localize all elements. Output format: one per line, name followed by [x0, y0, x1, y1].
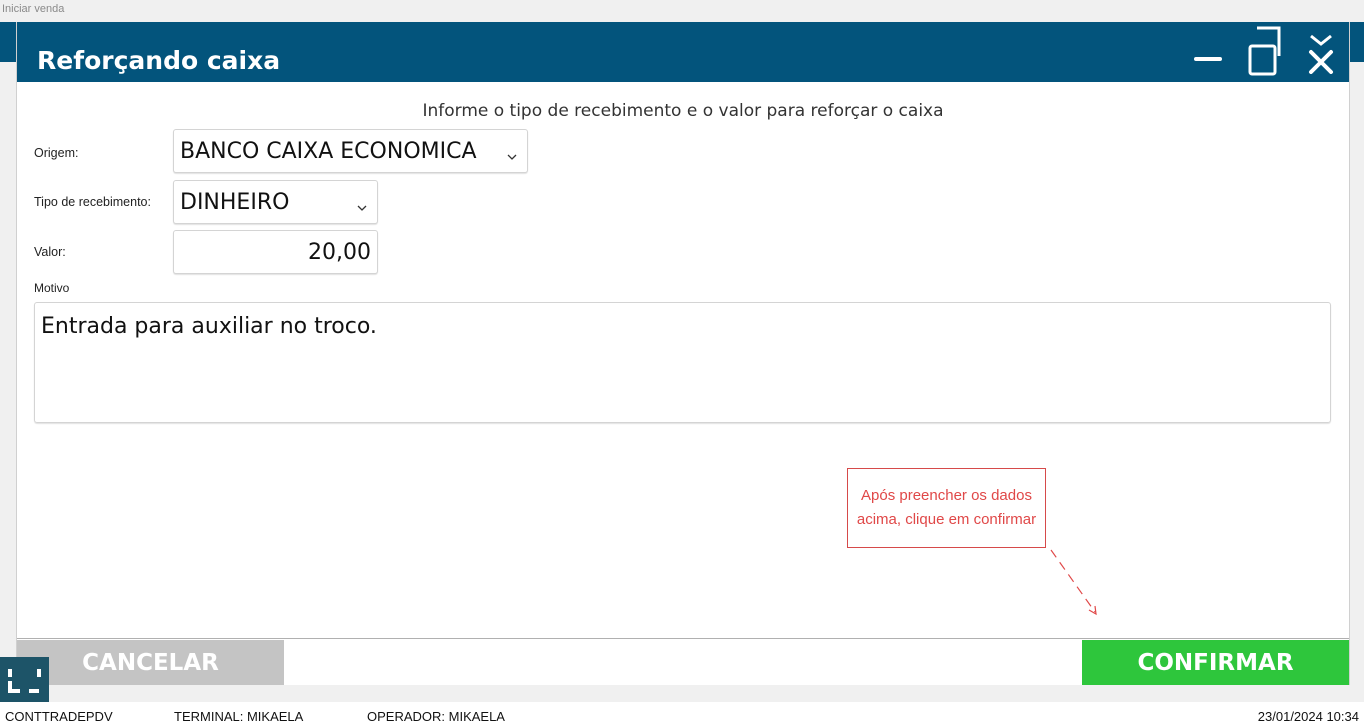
chevron-down-icon: [507, 146, 517, 165]
tipo-recebimento-value: DINHEIRO: [180, 190, 290, 215]
tipo-recebimento-label: Tipo de recebimento:: [34, 195, 151, 209]
footer-divider: [17, 638, 1349, 639]
valor-value: 20,00: [308, 240, 371, 265]
confirm-button[interactable]: CONFIRMAR: [1082, 640, 1349, 685]
status-terminal: TERMINAL: MIKAELA: [174, 709, 304, 724]
origem-value: BANCO CAIXA ECONOMICA: [180, 139, 477, 164]
valor-label: Valor:: [34, 245, 66, 259]
help-annotation: Após preencher os dados acima, clique em…: [847, 468, 1046, 548]
dialog-title-bar: Reforçando caixa: [17, 22, 1349, 82]
status-bar: CONTTRADEPDV TERMINAL: MIKAELA OPERADOR:…: [0, 702, 1364, 724]
close-icon[interactable]: [1307, 32, 1339, 74]
restore-icon[interactable]: [1245, 26, 1285, 76]
motivo-value: Entrada para auxiliar no troco.: [41, 314, 377, 339]
motivo-textarea[interactable]: Entrada para auxiliar no troco.: [34, 302, 1331, 423]
origem-label: Origem:: [34, 146, 79, 160]
tipo-recebimento-select[interactable]: DINHEIRO: [173, 180, 378, 224]
cancel-button[interactable]: CANCELAR: [17, 640, 284, 685]
help-annotation-text: Após preencher os dados acima, clique em…: [856, 487, 1037, 528]
chevron-down-icon: [357, 197, 367, 216]
status-app-name: CONTTRADEPDV: [5, 709, 113, 724]
origem-select[interactable]: BANCO CAIXA ECONOMICA: [173, 129, 528, 173]
status-datetime: 23/01/2024 10:34: [1257, 709, 1359, 724]
dialog-title: Reforçando caixa: [37, 46, 281, 75]
fullscreen-icon[interactable]: [0, 657, 49, 702]
status-operator: OPERADOR: MIKAELA: [367, 709, 505, 724]
reforco-caixa-dialog: Reforçando caixa Informe o tipo de receb…: [16, 22, 1350, 685]
background-window-title: Iniciar venda: [2, 3, 65, 15]
valor-input[interactable]: 20,00: [173, 230, 378, 274]
motivo-label: Motivo: [34, 281, 70, 295]
dialog-instruction: Informe o tipo de recebimento e o valor …: [422, 101, 944, 121]
annotation-arrow-icon: [1047, 546, 1107, 622]
minimize-icon[interactable]: [1192, 38, 1226, 74]
